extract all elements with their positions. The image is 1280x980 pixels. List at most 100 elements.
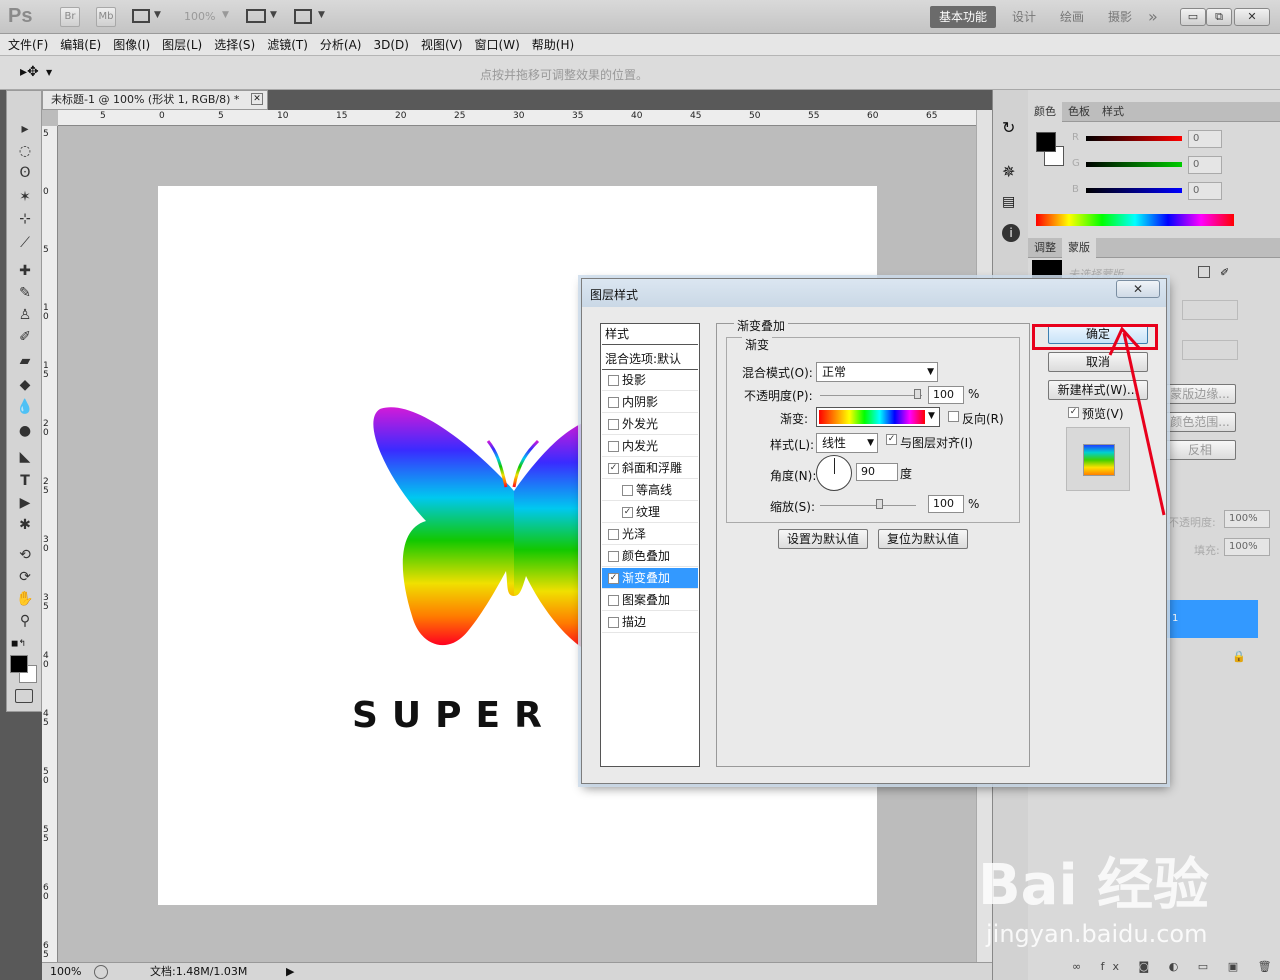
clone-stamp-tool-icon[interactable]: ♙	[15, 305, 35, 325]
foreground-color-swatch[interactable]	[10, 655, 28, 673]
3d-rotate-tool-icon[interactable]: ⟲	[15, 545, 35, 565]
style-item-checkbox[interactable]: ✓	[622, 507, 633, 518]
workspace-painting[interactable]: 绘画	[1060, 6, 1084, 28]
pixel-mask-icon[interactable]	[1198, 266, 1210, 278]
style-select[interactable]: 线性 ▼	[816, 433, 878, 453]
type-tool-icon[interactable]: T	[15, 471, 35, 491]
scale-slider-thumb[interactable]	[876, 499, 883, 509]
opacity-input[interactable]: 100	[928, 386, 964, 404]
style-item-checkbox[interactable]	[608, 375, 619, 386]
blue-value[interactable]: 0	[1188, 182, 1222, 200]
menu-view[interactable]: 视图(V)	[415, 34, 469, 56]
bridge-button[interactable]: Br	[60, 7, 80, 27]
view-extras-icon[interactable]	[132, 9, 150, 23]
style-item[interactable]: ✓ 纹理	[602, 502, 698, 523]
style-item[interactable]: 内发光	[602, 436, 698, 457]
workspace-photography[interactable]: 摄影	[1108, 6, 1132, 28]
align-checkbox[interactable]: ✓	[886, 434, 897, 445]
paint-bucket-tool-icon[interactable]: ◆	[15, 375, 35, 395]
style-item[interactable]: 描边	[602, 612, 698, 633]
style-item-checkbox[interactable]: ✓	[608, 573, 619, 584]
style-item-checkbox[interactable]	[608, 419, 619, 430]
workspace-design[interactable]: 设计	[1012, 6, 1036, 28]
style-item-checkbox[interactable]	[608, 617, 619, 628]
dialog-close-button[interactable]: ✕	[1116, 280, 1160, 298]
move-tool-preset-icon[interactable]: ▸✥	[20, 64, 39, 80]
angle-dial[interactable]	[816, 455, 852, 491]
status-icon[interactable]	[94, 965, 108, 979]
menu-edit[interactable]: 编辑(E)	[54, 34, 107, 56]
blur-tool-icon[interactable]: 💧	[15, 397, 35, 417]
menu-window[interactable]: 窗口(W)	[469, 34, 526, 56]
layers-footer-icons[interactable]: ∞ fx ◙ ◐ ▭ ▣ 🗑	[1072, 960, 1280, 973]
shape-tool-icon[interactable]: ✱	[15, 515, 35, 535]
style-item-checkbox[interactable]	[608, 397, 619, 408]
set-default-button[interactable]: 设置为默认值	[778, 529, 868, 549]
scale-input[interactable]: 100	[928, 495, 964, 513]
mini-bridge-button[interactable]: Mb	[96, 7, 116, 27]
style-item[interactable]: 等高线	[602, 480, 698, 501]
green-slider[interactable]	[1086, 162, 1182, 167]
marquee-tool-icon[interactable]: ◌	[15, 141, 35, 161]
style-item[interactable]: 内阴影	[602, 392, 698, 413]
screen-mode-icon[interactable]	[294, 9, 312, 24]
style-item[interactable]: 颜色叠加	[602, 546, 698, 567]
screen-mode-dropdown-icon[interactable]: ▼	[318, 10, 325, 20]
tab-adjustments[interactable]: 调整	[1028, 238, 1062, 258]
butterfly-shape[interactable]	[368, 401, 588, 661]
3d-orbit-tool-icon[interactable]: ⟳	[15, 567, 35, 587]
move-tool-icon[interactable]: ▸	[15, 119, 35, 139]
styles-header[interactable]: 样式	[602, 324, 698, 345]
status-menu-arrow-icon[interactable]: ▶	[286, 963, 294, 980]
blue-slider[interactable]	[1086, 188, 1182, 193]
menu-help[interactable]: 帮助(H)	[526, 34, 580, 56]
style-item-checkbox[interactable]	[608, 441, 619, 452]
red-slider[interactable]	[1086, 136, 1182, 141]
quick-mask-icon[interactable]	[15, 689, 33, 703]
close-document-icon[interactable]: ✕	[251, 93, 263, 105]
menu-select[interactable]: 选择(S)	[208, 34, 261, 56]
restore-button[interactable]: ⧉	[1206, 8, 1232, 26]
style-item-checkbox[interactable]	[622, 485, 633, 496]
tab-styles[interactable]: 样式	[1096, 102, 1130, 122]
eyedropper-tool-icon[interactable]: ⟋	[15, 233, 35, 253]
history-brush-tool-icon[interactable]: ✐	[15, 327, 35, 347]
opacity-slider-thumb[interactable]	[914, 389, 921, 399]
invert-button[interactable]: 反相	[1164, 440, 1236, 460]
zoom-tool-icon[interactable]: ⚲	[15, 611, 35, 631]
crop-tool-icon[interactable]: ⊹	[15, 209, 35, 229]
close-window-button[interactable]: ✕	[1234, 8, 1270, 26]
history-panel-icon[interactable]: ↻	[1002, 118, 1015, 137]
reset-default-button[interactable]: 复位为默认值	[878, 529, 968, 549]
layer-fill-value[interactable]: 100%	[1224, 538, 1270, 556]
layer-row-selected[interactable]: 1	[1162, 600, 1258, 638]
minimize-button[interactable]: ▭	[1180, 8, 1206, 26]
gradient-picker[interactable]: ▼	[816, 407, 940, 427]
lasso-tool-icon[interactable]: ʘ	[15, 163, 35, 183]
panel-foreground-swatch[interactable]	[1036, 132, 1056, 152]
magic-wand-tool-icon[interactable]: ✶	[15, 187, 35, 207]
menu-file[interactable]: 文件(F)	[0, 34, 54, 56]
hand-tool-icon[interactable]: ✋	[15, 589, 35, 609]
arrange-documents-icon[interactable]	[246, 9, 266, 23]
dodge-tool-icon[interactable]: ●	[15, 421, 35, 441]
green-value[interactable]: 0	[1188, 156, 1222, 174]
style-item-checkbox[interactable]	[608, 595, 619, 606]
eraser-tool-icon[interactable]: ▰	[15, 351, 35, 371]
color-ramp[interactable]	[1036, 214, 1234, 226]
tool-preset-dropdown-icon[interactable]: ▼	[46, 68, 52, 77]
pen-tool-icon[interactable]: ◣	[15, 447, 35, 467]
brush-tool-icon[interactable]: ✎	[15, 283, 35, 303]
style-item[interactable]: 图案叠加	[602, 590, 698, 611]
histogram-panel-icon[interactable]: ▤	[1002, 194, 1015, 210]
menu-filter[interactable]: 滤镜(T)	[261, 34, 314, 56]
scale-slider-track[interactable]	[820, 505, 916, 506]
preview-checkbox[interactable]: ✓	[1068, 407, 1079, 418]
healing-brush-tool-icon[interactable]: ✚	[15, 261, 35, 281]
blend-mode-select[interactable]: 正常 ▼	[816, 362, 938, 382]
zoom-dropdown-icon[interactable]: ▼	[222, 10, 229, 20]
tab-masks[interactable]: 蒙版	[1062, 238, 1096, 258]
style-item-checkbox[interactable]	[608, 551, 619, 562]
default-colors-icon[interactable]: ◼↰	[11, 639, 26, 649]
style-item[interactable]: 外发光	[602, 414, 698, 435]
